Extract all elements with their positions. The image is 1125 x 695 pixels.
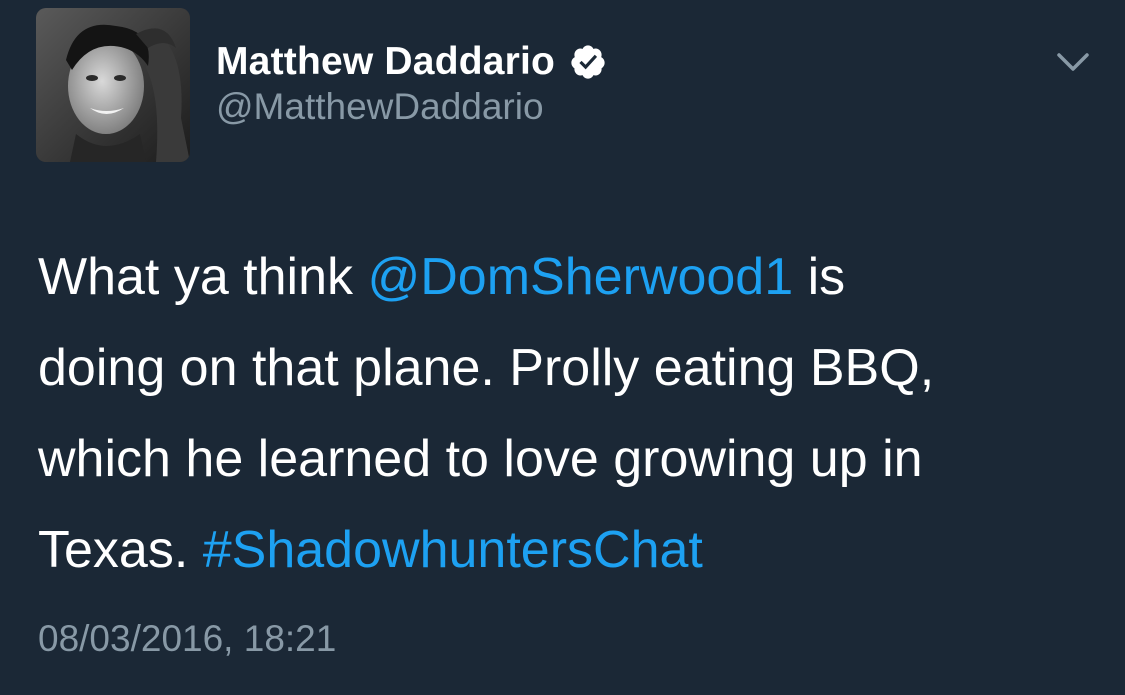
profile-photo [36, 8, 190, 162]
author-name-row[interactable]: Matthew Daddario [216, 38, 607, 86]
author-name[interactable]: Matthew Daddario [216, 40, 555, 84]
tweet-card: Matthew Daddario @MatthewDaddario What y… [0, 0, 1125, 695]
hashtag-link[interactable]: #ShadowhuntersChat [203, 521, 703, 579]
tweet-text-segment: is [793, 248, 846, 306]
verified-badge-icon [569, 43, 607, 81]
tweet-timestamp[interactable]: 08/03/2016, 18:21 [38, 618, 336, 660]
tweet-line: doing on that plane. Prolly eating BBQ, [38, 339, 935, 397]
tweet-text-segment: Texas. [38, 521, 203, 579]
tweet-line: which he learned to love growing up in [38, 430, 923, 488]
mention-link[interactable]: @DomSherwood1 [367, 248, 793, 306]
tweet-line: What ya think @DomSherwood1 is [38, 232, 1098, 323]
tweet-text: What ya think @DomSherwood1 is doing on … [38, 232, 1098, 596]
chevron-down-icon[interactable] [1052, 44, 1094, 80]
avatar[interactable] [36, 8, 190, 162]
author-handle[interactable]: @MatthewDaddario [216, 86, 544, 128]
tweet-line: Texas. #ShadowhuntersChat [38, 505, 1098, 596]
tweet-text-segment: What ya think [38, 248, 368, 306]
